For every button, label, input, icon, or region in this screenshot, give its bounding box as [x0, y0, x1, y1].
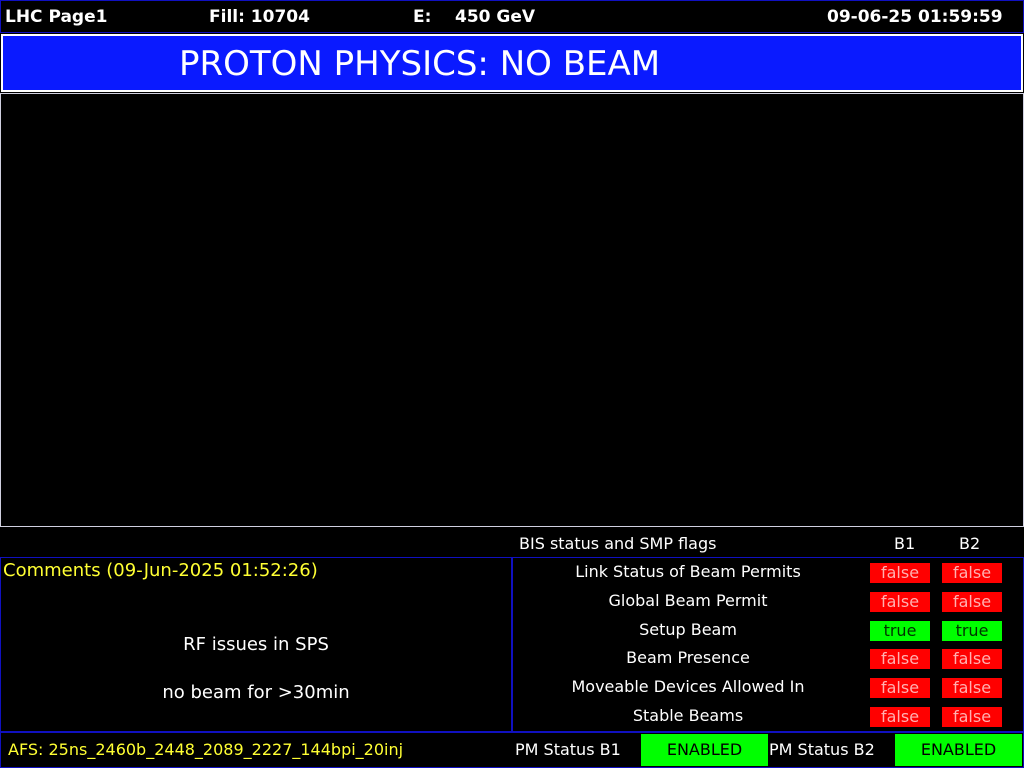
pm-status-b2-label: PM Status B2: [769, 740, 875, 759]
flag-value-b2: false: [942, 563, 1002, 583]
flag-label: Setup Beam: [639, 620, 737, 639]
flag-label: Beam Presence: [626, 648, 750, 667]
bis-col-b1: B1: [894, 534, 916, 553]
flag-value-b1: false: [870, 649, 930, 669]
pm-status-b1-label: PM Status B1: [515, 740, 621, 759]
flag-value-b1: false: [870, 592, 930, 612]
bis-header: BIS status and SMP flags: [519, 534, 717, 553]
datetime: 09-06-25 01:59:59: [827, 7, 1003, 27]
comments-panel: Comments (09-Jun-2025 01:52:26) RF issue…: [0, 557, 512, 732]
flag-row-moveable-devices: Moveable Devices Allowed In false false: [513, 674, 1023, 700]
comment-line: no beam for >30min: [162, 682, 350, 703]
page-name: LHC Page1: [5, 7, 108, 27]
flag-value-b1: false: [870, 707, 930, 727]
energy-value: 450 GeV: [455, 7, 536, 27]
flag-label: Moveable Devices Allowed In: [571, 677, 805, 696]
pm-status-b2-value: ENABLED: [895, 734, 1022, 766]
flag-row-stable-beams: Stable Beams false false: [513, 703, 1023, 729]
comment-line: RF issues in SPS: [183, 634, 329, 655]
fill-number: Fill: 10704: [209, 7, 310, 27]
flag-value-b2: false: [942, 649, 1002, 669]
flag-value-b2: false: [942, 592, 1002, 612]
bis-flags-panel: Link Status of Beam Permits false false …: [512, 557, 1024, 732]
comments-title: Comments (09-Jun-2025 01:52:26): [3, 560, 318, 581]
flag-row-link-status: Link Status of Beam Permits false false: [513, 559, 1023, 585]
status-bar: AFS: 25ns_2460b_2448_2089_2227_144bpi_20…: [0, 732, 1024, 768]
flag-label: Link Status of Beam Permits: [575, 562, 801, 581]
afs-filling-scheme: AFS: 25ns_2460b_2448_2089_2227_144bpi_20…: [8, 740, 404, 759]
energy-label: E:: [413, 7, 432, 27]
flag-label: Stable Beams: [632, 706, 744, 725]
machine-mode-banner: PROTON PHYSICS: NO BEAM: [1, 34, 1023, 92]
flag-value-b2: true: [942, 621, 1002, 641]
flag-row-beam-presence: Beam Presence false false: [513, 645, 1023, 671]
bis-col-b2: B2: [959, 534, 981, 553]
banner-title: PROTON PHYSICS: NO BEAM: [179, 44, 661, 84]
pm-status-b1-value: ENABLED: [641, 734, 768, 766]
flag-value-b1: false: [870, 563, 930, 583]
flag-value-b2: false: [942, 678, 1002, 698]
main-display-panel: [0, 93, 1024, 527]
flag-row-global-beam-permit: Global Beam Permit false false: [513, 588, 1023, 614]
flag-label: Global Beam Permit: [608, 591, 768, 610]
flag-row-setup-beam: Setup Beam true true: [513, 617, 1023, 643]
flag-value-b1: false: [870, 678, 930, 698]
flag-value-b2: false: [942, 707, 1002, 727]
flag-value-b1: true: [870, 621, 930, 641]
top-bar: LHC Page1 Fill: 10704 E: 450 GeV 09-06-2…: [0, 0, 1024, 33]
